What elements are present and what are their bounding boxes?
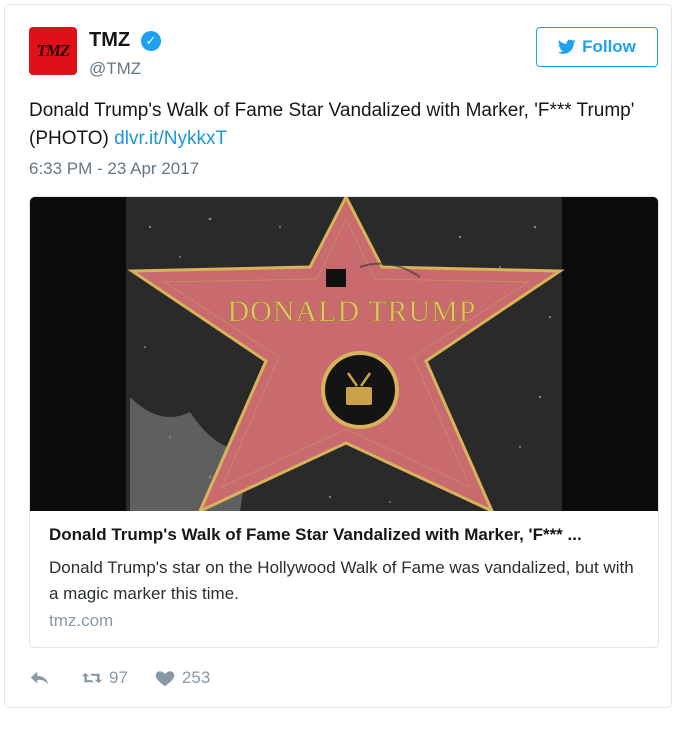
like-button[interactable]: 253 xyxy=(154,668,210,688)
tweet-text: Donald Trump's Walk of Fame Star Vandali… xyxy=(29,97,649,153)
verified-icon: ✓ xyxy=(141,31,161,51)
tweet-card: TMZ TMZ ✓ @TMZ Follow Donald Trump's Wal… xyxy=(4,4,672,708)
star-name-text: DONALD TRUMP xyxy=(228,295,477,328)
retweet-icon xyxy=(81,672,103,684)
avatar-logo-text: TMZ xyxy=(36,41,71,60)
follow-button[interactable]: Follow xyxy=(536,27,658,67)
tweet-actions: 97 253 xyxy=(29,666,210,690)
follow-label: Follow xyxy=(582,37,636,56)
card-description: Donald Trump's star on the Hollywood Wal… xyxy=(49,558,634,603)
heart-icon xyxy=(155,671,175,687)
avatar[interactable]: TMZ xyxy=(29,27,77,75)
card-domain: tmz.com xyxy=(49,611,114,630)
tweet-timestamp[interactable]: 6:33 PM - 23 Apr 2017 xyxy=(29,159,199,179)
reply-icon xyxy=(30,671,49,685)
retweet-count: 97 xyxy=(109,668,128,687)
author-name[interactable]: TMZ xyxy=(89,29,130,52)
like-count: 253 xyxy=(181,668,211,687)
reply-button[interactable] xyxy=(29,668,51,688)
tweet-link[interactable]: dlvr.it/NykkxT xyxy=(114,128,227,149)
link-card[interactable]: DONALD TRUMP Donald Trump's Walk of Fame… xyxy=(29,196,659,648)
retweet-button[interactable]: 97 xyxy=(81,668,128,688)
card-image[interactable]: DONALD TRUMP xyxy=(30,197,658,511)
card-title[interactable]: Donald Trump's Walk of Fame Star Vandali… xyxy=(49,525,643,545)
bird-icon xyxy=(558,39,576,54)
author-handle[interactable]: @TMZ xyxy=(89,59,141,79)
